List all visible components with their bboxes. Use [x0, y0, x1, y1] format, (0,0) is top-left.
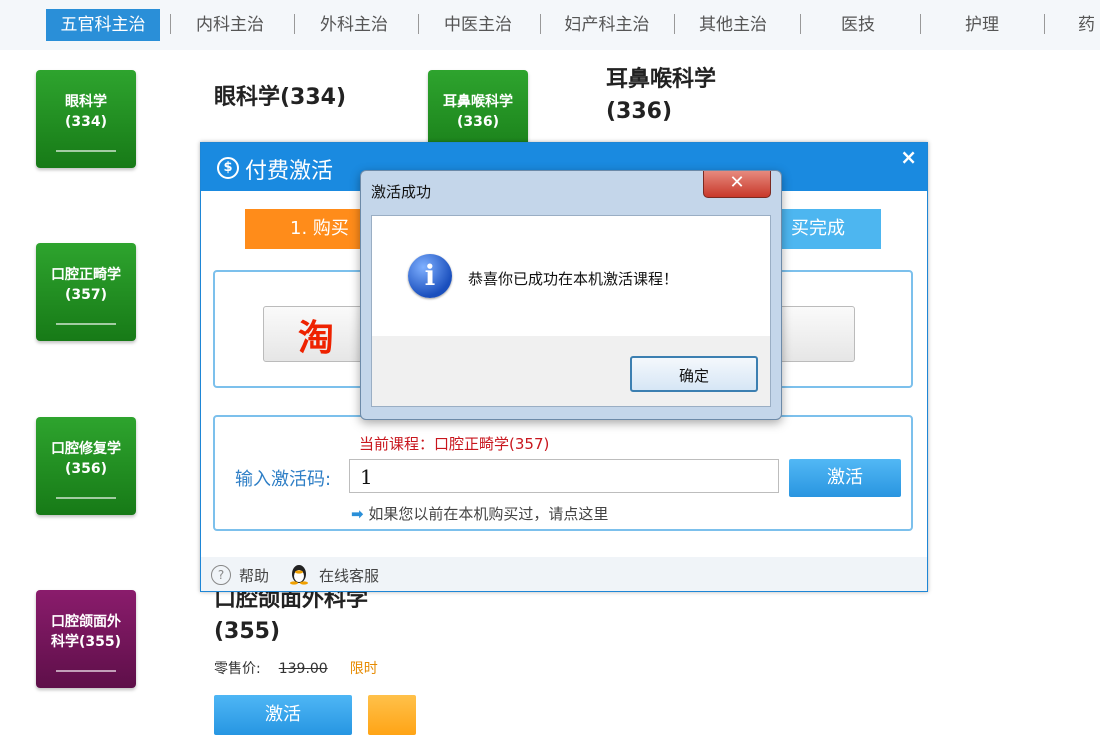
- nav-separator: [674, 14, 675, 34]
- nav-item-fuchan[interactable]: 妇产科主治: [552, 9, 662, 41]
- tile-label: 口腔颌面外: [51, 614, 121, 630]
- messagebox-title: 激活成功: [371, 183, 432, 201]
- restore-purchase-link[interactable]: ➡ 如果您以前在本机购买过，请点这里: [351, 503, 608, 524]
- arrow-right-icon: ➡: [351, 505, 364, 523]
- activation-code-input[interactable]: 1: [349, 459, 779, 493]
- course-tile-kouqiang-zhengji[interactable]: 口腔正畸学 (357): [36, 243, 136, 341]
- category-nav: 五官科主治 内科主治 外科主治 中医主治 妇产科主治 其他主治 医技 护理 药: [0, 0, 1100, 50]
- tile-divider: [56, 670, 116, 672]
- nav-separator: [294, 14, 295, 34]
- nav-item-yiji[interactable]: 医技: [826, 9, 890, 41]
- nav-item-waike[interactable]: 外科主治: [308, 9, 400, 41]
- tile-label: 耳鼻喉科学: [443, 94, 513, 110]
- nav-separator: [540, 14, 541, 34]
- limited-offer: 限时: [349, 661, 378, 677]
- tile-code: (334): [64, 114, 108, 130]
- messagebox-close-button[interactable]: ✕: [703, 171, 771, 198]
- tile-label: 眼科学: [65, 94, 107, 110]
- course-activate-button[interactable]: 激活: [214, 695, 352, 735]
- course-buy-button[interactable]: [368, 695, 416, 735]
- tile-label: 口腔正畸学: [51, 267, 121, 283]
- old-price: 139.00: [278, 661, 328, 677]
- messagebox-body: i 恭喜你已成功在本机激活课程！ 确定: [371, 215, 771, 407]
- tile-code: (336): [456, 114, 500, 130]
- course-title-yanke: 眼科学(334): [214, 85, 347, 110]
- dialog-footer: ? 帮助 在线客服: [201, 557, 927, 591]
- tile-code: (357): [64, 287, 108, 303]
- course-title-erbihou: 耳鼻喉科学: [606, 67, 717, 92]
- nav-item-zhongyi[interactable]: 中医主治: [432, 9, 524, 41]
- activation-code-label: 输入激活码:: [235, 469, 332, 490]
- ok-button[interactable]: 确定: [630, 356, 758, 392]
- help-icon[interactable]: ?: [211, 565, 231, 585]
- nav-separator: [800, 14, 801, 34]
- dollar-icon: $: [217, 157, 239, 179]
- messagebox-message: 恭喜你已成功在本机激活课程！: [468, 270, 679, 288]
- tile-code: (356): [64, 461, 108, 477]
- activate-button[interactable]: 激活: [789, 459, 901, 497]
- nav-item-yao[interactable]: 药: [1078, 9, 1100, 41]
- activation-success-messagebox: 激活成功 ✕ i 恭喜你已成功在本机激活课程！ 确定: [360, 170, 782, 420]
- course-tile-kouqiang-xiufu[interactable]: 口腔修复学 (356): [36, 417, 136, 515]
- nav-item-qita[interactable]: 其他主治: [686, 9, 780, 41]
- dialog-title: 付费激活: [245, 159, 334, 184]
- course-tile-yanke[interactable]: 眼科学 (334): [36, 70, 136, 168]
- taobao-icon: 淘: [298, 318, 335, 359]
- course-title-hemian-code: (355): [214, 619, 281, 644]
- qq-penguin-icon: [290, 565, 308, 585]
- price-label: 零售价:: [214, 661, 261, 677]
- activation-panel: 当前课程：口腔正畸学(357) 输入激活码: 1 激活 ➡ 如果您以前在本机购买…: [213, 415, 913, 531]
- course-title-erbihou-code: (336): [606, 99, 673, 124]
- current-course: 当前课程：口腔正畸学(357): [359, 435, 550, 453]
- online-service-link[interactable]: 在线客服: [319, 565, 379, 586]
- tile-divider: [56, 323, 116, 325]
- nav-item-wuguan[interactable]: 五官科主治: [46, 9, 160, 41]
- tile-code: 科学(355): [50, 634, 122, 650]
- nav-item-neike[interactable]: 内科主治: [184, 9, 276, 41]
- nav-separator: [170, 14, 171, 34]
- tile-divider: [56, 150, 116, 152]
- restore-purchase-text: 如果您以前在本机购买过，请点这里: [368, 505, 609, 523]
- tile-divider: [56, 497, 116, 499]
- info-icon: i: [408, 254, 452, 298]
- nav-separator: [920, 14, 921, 34]
- nav-separator: [1044, 14, 1045, 34]
- course-tile-kouqiang-hemian[interactable]: 口腔颌面外 科学(355): [36, 590, 136, 688]
- tile-label: 口腔修复学: [51, 441, 121, 457]
- nav-item-huli[interactable]: 护理: [950, 9, 1014, 41]
- price-row: 零售价: 139.00 限时: [214, 658, 378, 678]
- close-icon[interactable]: ×: [900, 145, 917, 169]
- nav-separator: [418, 14, 419, 34]
- help-link[interactable]: 帮助: [239, 565, 269, 586]
